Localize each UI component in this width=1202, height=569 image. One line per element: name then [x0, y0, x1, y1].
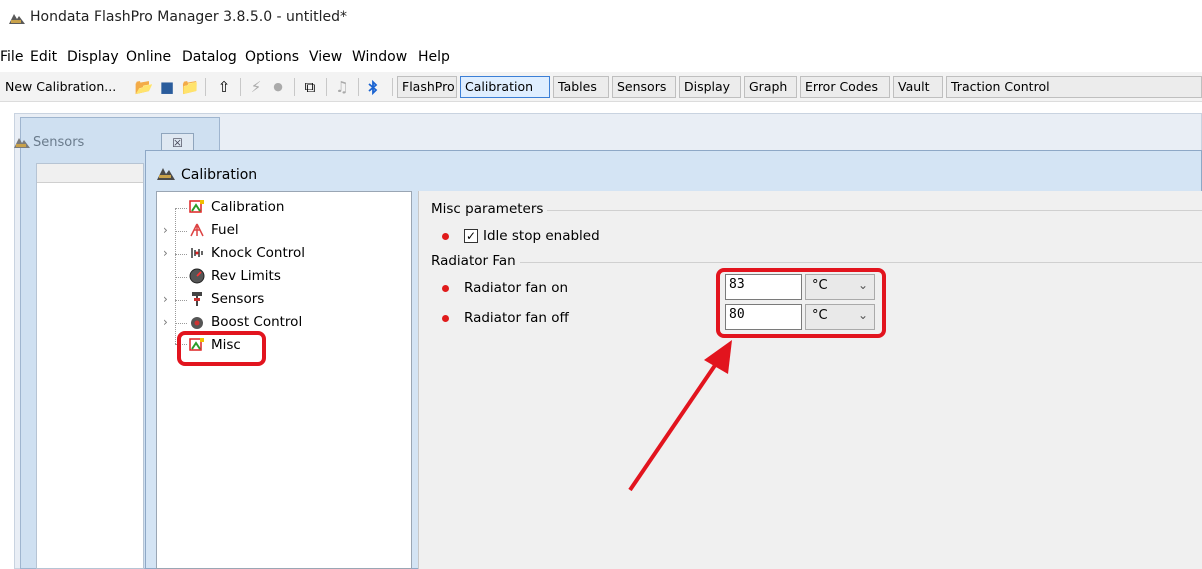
window-title: Hondata FlashPro Manager 3.8.5.0 - untit… [30, 9, 348, 25]
menu-help[interactable]: Help [418, 49, 450, 65]
annotation-arrow-icon [628, 340, 732, 492]
expand-chevron-icon[interactable]: › [163, 315, 168, 329]
tree-item-label: Sensors [211, 291, 265, 307]
toolbar-separator [205, 78, 206, 96]
open-folder-icon[interactable]: 📂 [134, 77, 154, 97]
menu-bar: File Edit Display Online Datalog Options… [0, 46, 1202, 70]
menu-datalog[interactable]: Datalog [182, 49, 237, 65]
hondata-logo-icon [14, 138, 30, 148]
group-title: Misc parameters [431, 201, 548, 217]
tree-item-label: Fuel [211, 222, 239, 238]
menu-edit[interactable]: Edit [30, 49, 57, 65]
tree-item-calibration[interactable]: Calibration [163, 198, 363, 220]
tab-display[interactable]: Display [679, 76, 741, 98]
boost-icon [191, 317, 203, 329]
tree-item-label: Boost Control [211, 314, 303, 330]
idle-stop-label: Idle stop enabled [483, 228, 600, 244]
tab-calibration[interactable]: Calibration [460, 76, 550, 98]
group-title: Radiator Fan [431, 253, 520, 269]
radiator-fan-highlight-box [716, 268, 886, 338]
hondata-logo-icon [157, 168, 175, 180]
calibration-icon [189, 200, 204, 213]
tree-item-knock-control[interactable]: › Knock Control [163, 244, 363, 266]
fuel-icon [190, 223, 204, 237]
tree-item-rev-limits[interactable]: Rev Limits [163, 267, 363, 289]
toolbar-separator [326, 78, 327, 96]
toolbar-separator [358, 78, 359, 96]
calibration-window-title: Calibration [181, 167, 258, 183]
menu-view[interactable]: View [309, 49, 342, 65]
radiator-fan-off-label: Radiator fan off [464, 310, 569, 326]
bluetooth-icon[interactable] [366, 79, 380, 96]
menu-file[interactable]: File [0, 49, 23, 65]
sensors-window-title: Sensors [33, 135, 85, 150]
tree-item-label: Calibration [211, 199, 285, 215]
rev-limits-icon [189, 268, 205, 284]
tab-vault[interactable]: Vault [893, 76, 943, 98]
knock-icon [191, 248, 203, 258]
expand-chevron-icon[interactable]: › [163, 246, 168, 260]
menu-window[interactable]: Window [352, 49, 407, 65]
calibration-tree: Calibration › Fuel › Knock Control Rev L… [156, 191, 412, 569]
tree-item-label: Rev Limits [211, 268, 281, 284]
radiator-fan-group: Radiator Fan [431, 253, 1202, 269]
sensors-window-body [36, 163, 144, 569]
menu-options[interactable]: Options [245, 49, 299, 65]
sensors-list-header [37, 164, 143, 183]
lightning-icon[interactable]: ⚡ [246, 77, 266, 97]
upload-arrow-icon[interactable]: ⇧ [214, 77, 234, 97]
idle-stop-checkbox[interactable]: ✓ [464, 229, 478, 243]
toolbar-separator [240, 78, 241, 96]
tab-error-codes[interactable]: Error Codes [800, 76, 890, 98]
title-bar: Hondata FlashPro Manager 3.8.5.0 - untit… [0, 0, 1202, 36]
toolbar-separator [294, 78, 295, 96]
tab-graph[interactable]: Graph [744, 76, 797, 98]
menu-display[interactable]: Display [67, 49, 119, 65]
radiator-fan-on-label: Radiator fan on [464, 280, 569, 296]
tree-item-label: Knock Control [211, 245, 305, 261]
expand-chevron-icon[interactable]: › [163, 223, 168, 237]
menu-online[interactable]: Online [126, 49, 171, 65]
toolbar-separator [392, 78, 393, 96]
record-icon[interactable]: ● [268, 77, 288, 97]
hondata-logo-icon [9, 14, 25, 24]
save-icon[interactable]: ■ [157, 77, 177, 97]
sensor-icon [192, 292, 202, 306]
expand-chevron-icon[interactable]: › [163, 292, 168, 306]
misc-highlight-box [177, 331, 266, 366]
tab-tables[interactable]: Tables [553, 76, 609, 98]
tree-item-fuel[interactable]: › Fuel [163, 221, 363, 243]
tree-item-sensors[interactable]: › Sensors [163, 290, 363, 312]
open-recent-icon[interactable]: 📁 [180, 77, 200, 97]
new-calibration-button[interactable]: New Calibration... [0, 76, 130, 98]
music-icon[interactable]: ♫ [332, 77, 352, 97]
tab-flashpro[interactable]: FlashPro [397, 76, 457, 98]
calibration-content-panel: Misc parameters ✓ Idle stop enabled Radi… [418, 191, 1202, 569]
changed-bullet-icon [442, 285, 449, 292]
copy-icon[interactable]: ⧉ [300, 77, 320, 97]
changed-bullet-icon [442, 233, 449, 240]
changed-bullet-icon [442, 315, 449, 322]
tab-traction-control[interactable]: Traction Control [946, 76, 1202, 98]
toolbar: New Calibration... 📂 ■ 📁 ⇧ ⚡ ● ⧉ ♫ Flash… [0, 72, 1202, 102]
tab-sensors[interactable]: Sensors [612, 76, 676, 98]
misc-parameters-group: Misc parameters [431, 201, 1202, 217]
